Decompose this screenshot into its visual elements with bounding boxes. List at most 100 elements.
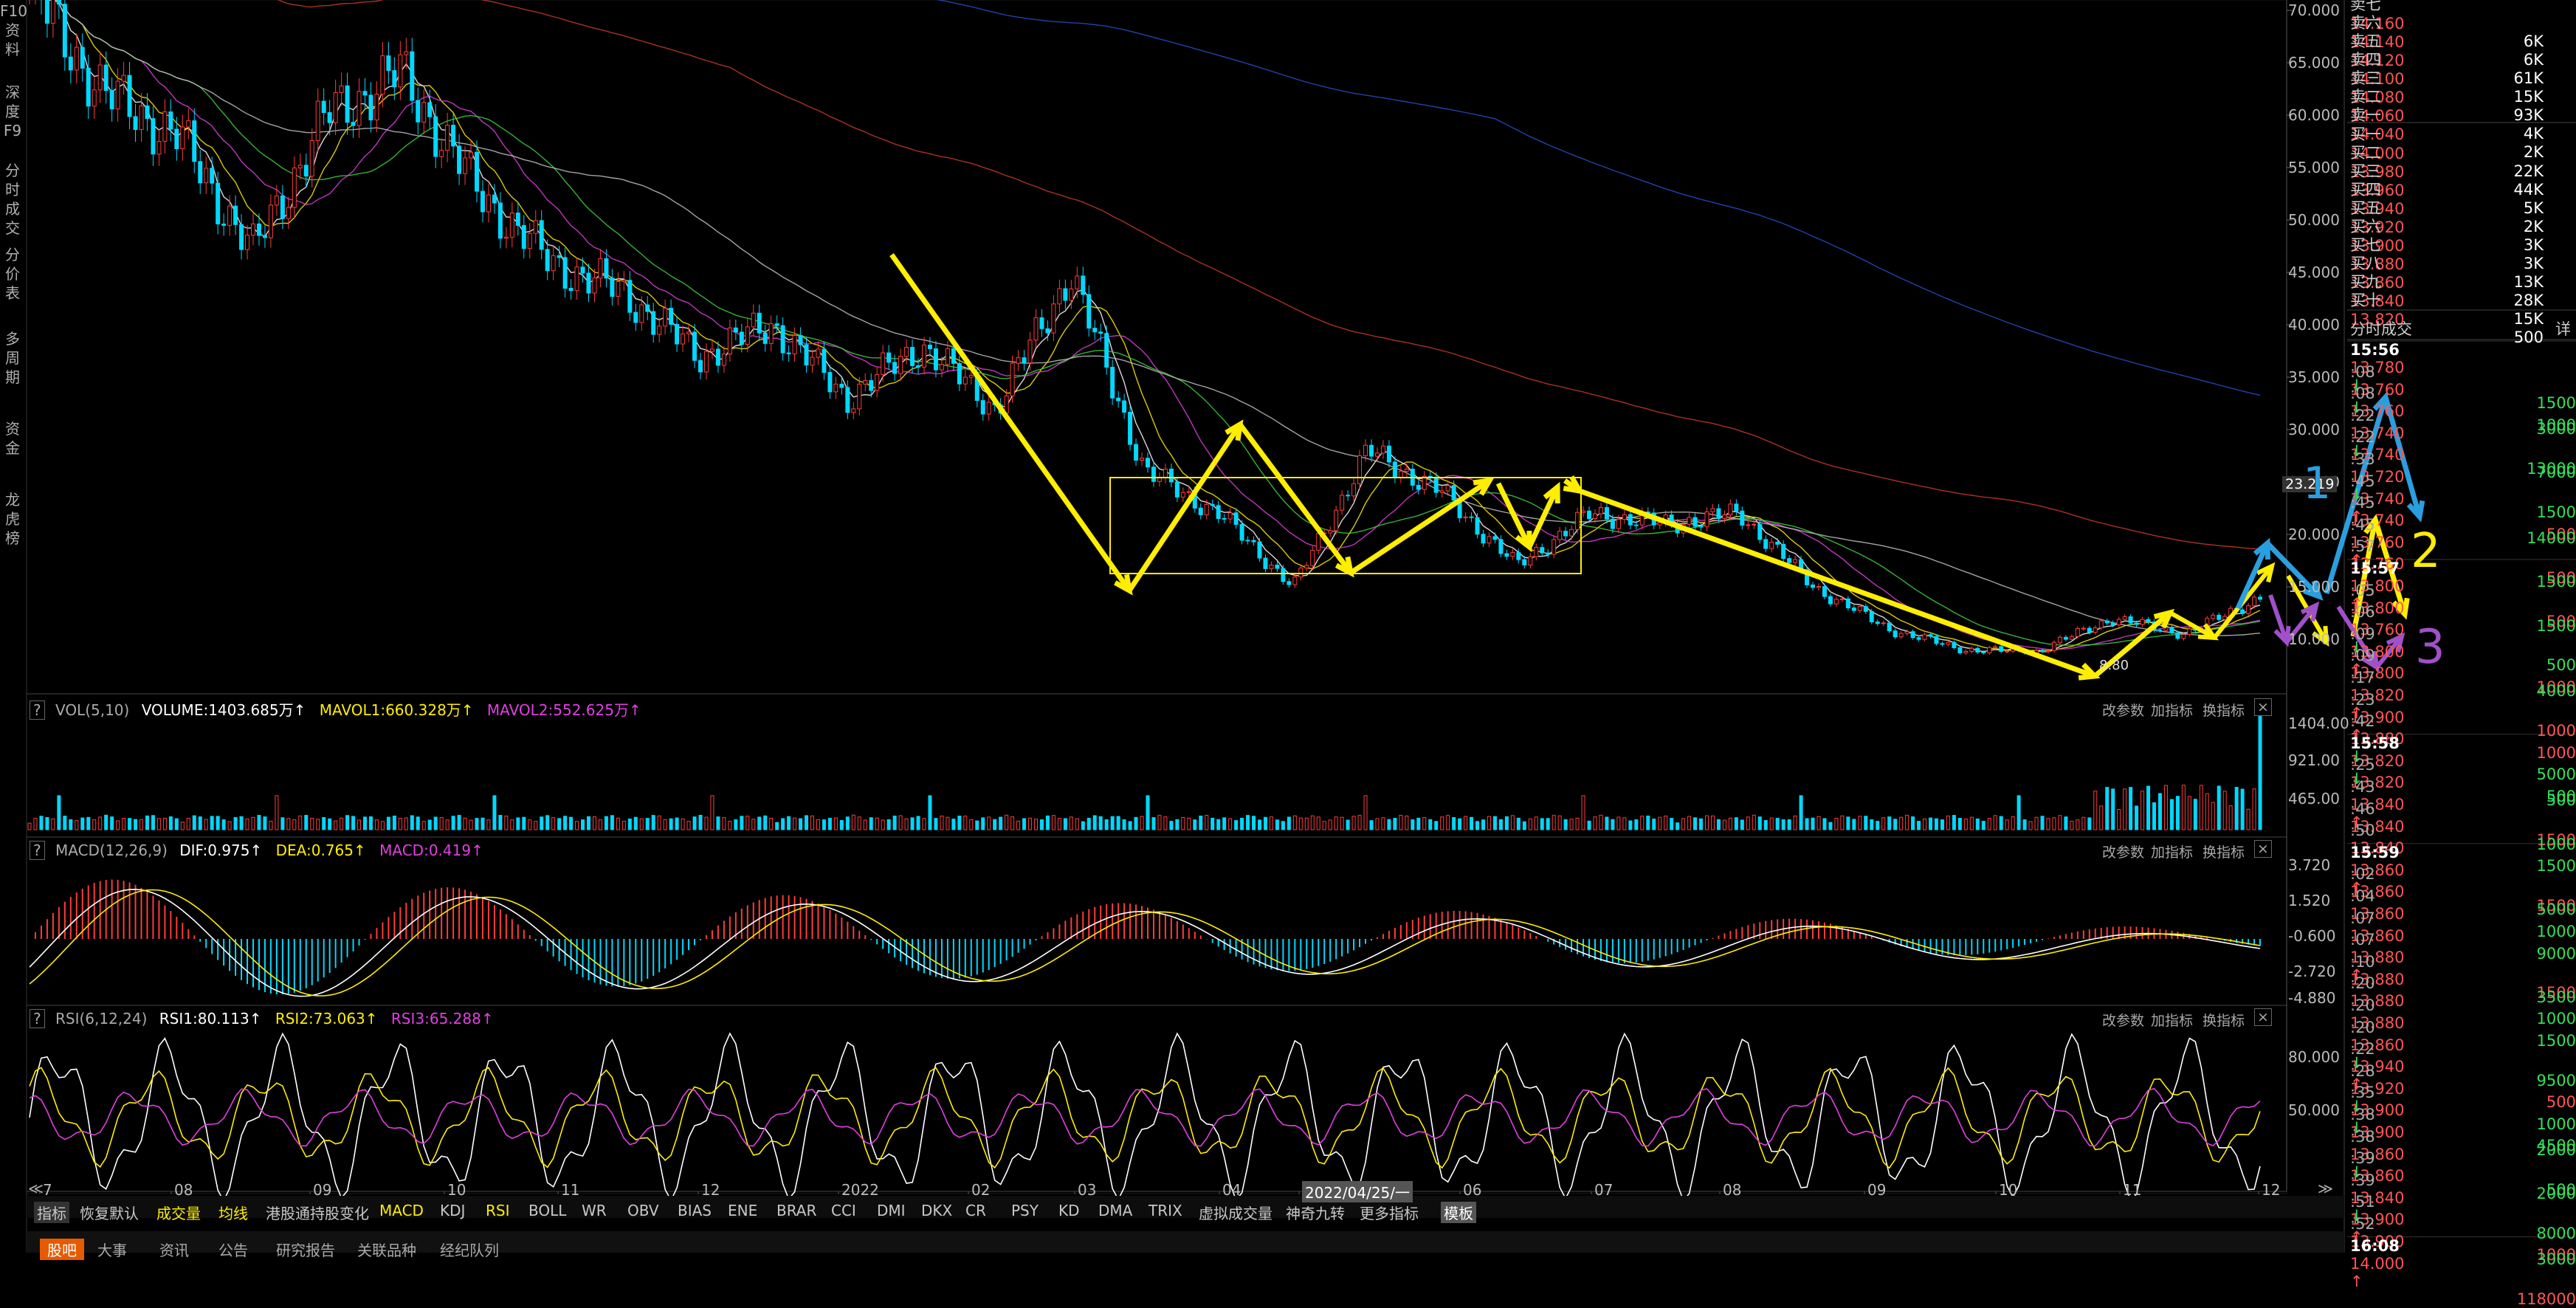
volume-bar [663,819,667,830]
candle-body [1628,514,1633,526]
scroll-left-icon[interactable]: ≪ [28,1180,44,1197]
rsi-close-icon[interactable]: × [2254,1008,2272,1026]
indicator-tab[interactable]: DMA [1098,1202,1132,1219]
indicator-tab[interactable]: RSI [486,1202,510,1219]
volume-bar [80,817,85,830]
scroll-right-icon[interactable]: ≫ [2318,1180,2333,1197]
rsi-add-indicator-button[interactable]: 加指标 [2151,1010,2193,1030]
vol-close-icon[interactable]: × [2254,698,2272,716]
indicator-tab[interactable]: CCI [831,1202,856,1219]
bottom-tab[interactable]: 资讯 [159,1239,189,1260]
macd-close-icon[interactable]: × [2254,840,2272,858]
rsi-switch-indicator-button[interactable]: 换指标 [2203,1010,2245,1030]
trade-row: :20 13.880 1000 [2350,974,2576,1028]
indicator-tab[interactable]: KDJ [440,1202,465,1219]
indicator-tab[interactable]: WR [582,1202,607,1219]
candle-body [2057,636,2062,643]
volume-bar [122,818,126,830]
macd-dea-line [29,889,2261,997]
sidebar-item-dragon-tiger[interactable]: 龙虎榜 [0,490,25,548]
indicator-tab[interactable]: ENE [728,1202,757,1219]
bottom-tab[interactable]: 股吧 [40,1239,84,1260]
volume-bar [1005,814,1009,830]
indicator-tab[interactable]: KD [1058,1202,1080,1219]
trade-time: :22 [2350,1040,2375,1059]
bottom-tab[interactable]: 公告 [218,1239,248,1260]
candle-body [1328,530,1333,534]
indicator-tab[interactable]: BIAS [678,1202,712,1219]
volume-bar [621,821,626,830]
trade-time: :22 [2350,406,2375,424]
indicator-tab[interactable]: 虚拟成交量 [1199,1202,1272,1223]
month-label: 7 [43,1181,52,1199]
indicator-tab[interactable]: DKX [921,1202,952,1219]
volume-bar [2181,785,2186,830]
indicator-tab[interactable]: DMI [877,1202,906,1219]
candle-body [509,213,514,238]
volume-bar [822,819,826,830]
indicator-tab[interactable]: OBV [627,1202,659,1219]
indicator-tab[interactable]: PSY [1011,1202,1039,1219]
indicator-tab[interactable]: 成交量 [156,1202,201,1223]
candle-body [681,333,686,345]
indicator-tab[interactable]: 神奇九转 [1286,1202,1345,1223]
vol-help-icon[interactable]: ? [30,701,45,720]
ask-row: 卖五 14.120 61K [2350,30,2544,87]
volume-bar [1228,818,1233,830]
indicator-tab[interactable]: BRAR [776,1202,816,1219]
macd-switch-indicator-button[interactable]: 换指标 [2203,841,2245,861]
sidebar-item-f10[interactable]: F10 资料 [0,1,27,59]
rsi-edit-params-button[interactable]: 改参数 [2102,1010,2144,1030]
ask-row: 卖六 14.140 6K [2350,11,2544,69]
candle-body [2211,614,2216,619]
indicator-tab[interactable]: 均线 [218,1202,248,1223]
candle-body [1787,558,1792,563]
volume-bar [1175,819,1179,830]
indicator-tab[interactable]: CR [965,1202,986,1219]
trade-row: :04 13.860 1000 [2350,887,2576,940]
macd-add-indicator-button[interactable]: 加指标 [2151,841,2193,861]
vol-add-indicator-button[interactable]: 加指标 [2151,700,2193,720]
rsi-title: RSI(6,12,24) [55,1010,148,1028]
volume-bar [1140,816,1144,830]
volume-bar [2187,796,2191,830]
macd-help-icon[interactable]: ? [30,841,45,860]
vol-edit-params-button[interactable]: 改参数 [2102,700,2144,720]
rsi-1: RSI1:80.113 [159,1010,249,1028]
indicator-tab[interactable]: 港股通持股变化 [266,1202,369,1223]
sidebar-item-depth[interactable]: 深度 F9 [0,83,25,140]
bottom-tab[interactable]: 研究报告 [276,1239,335,1260]
sidebar-item-fund[interactable]: 资金 [0,419,25,458]
volume-bar [2105,787,2110,830]
trade-time: :51 [2350,1193,2375,1211]
volume-bar [575,821,579,830]
sidebar-item-tick[interactable]: 分时成交 [0,161,25,238]
candle-body [1174,481,1179,498]
indicator-tab[interactable]: 模板 [1441,1202,1476,1223]
price-axis-label: 70.000 [2288,1,2340,19]
volume-bar [1763,820,1768,830]
sidebar-item-price-table[interactable]: 分价表 [0,245,25,303]
candle-body [651,311,656,335]
indicator-tab[interactable]: 指标 [34,1202,69,1223]
indicator-tab[interactable]: TRIX [1148,1202,1182,1219]
vol-switch-indicator-button[interactable]: 换指标 [2203,700,2245,720]
sidebar-item-multi-period[interactable]: 多周期 [0,329,25,387]
indicator-tab[interactable]: BOLL [528,1202,566,1219]
indicator-tab[interactable]: 更多指标 [1360,1202,1419,1223]
macd-edit-params-button[interactable]: 改参数 [2102,841,2144,861]
candle-body [851,408,856,413]
rsi-help-icon[interactable]: ? [30,1009,45,1028]
bid-row: 买三 13.960 5K [2350,159,2544,217]
tick-detail-button[interactable]: 详 [2555,317,2571,340]
candle-body [1898,633,1904,638]
bottom-tab[interactable]: 经纪队列 [440,1239,499,1260]
volume-bar [33,818,38,830]
indicator-tab[interactable]: 恢复默认 [80,1202,139,1223]
bottom-tab[interactable]: 大事 [97,1239,127,1260]
bottom-tab[interactable]: 关联品种 [357,1239,416,1260]
volume-bar [1504,816,1509,830]
annotation-number-1: 1 [2303,458,2332,509]
indicator-tab[interactable]: MACD [379,1202,424,1219]
volume-bar [1375,818,1380,830]
